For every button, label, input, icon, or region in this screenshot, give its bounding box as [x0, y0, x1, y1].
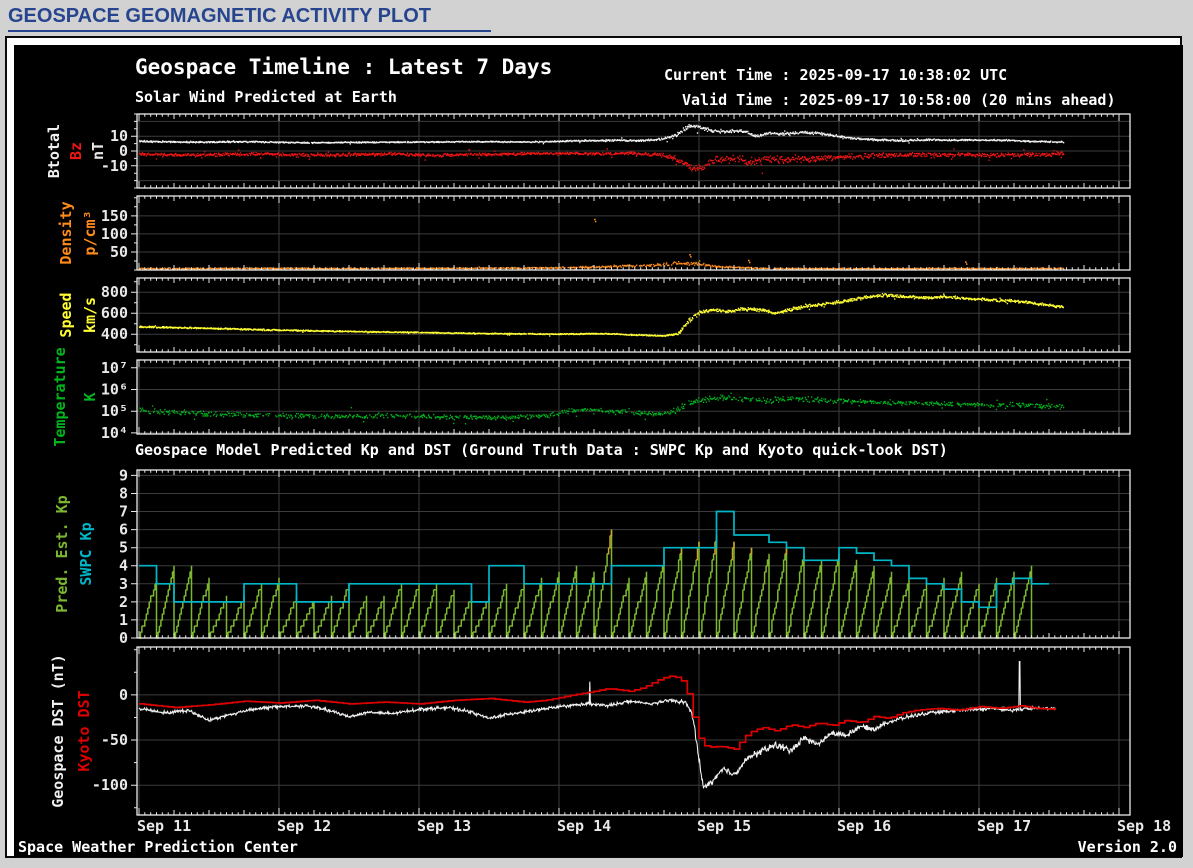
y-tick-label: 10⁶: [101, 381, 128, 399]
y-tick-label: 0: [119, 629, 128, 647]
x-tick-label: Sep 16: [837, 817, 891, 835]
plot-title: Geospace Timeline : Latest 7 Days: [135, 55, 553, 79]
x-tick-comb-dst: [138, 647, 1120, 815]
x-tick-label: Sep 12: [277, 817, 331, 835]
y-tick-label: 0: [119, 686, 128, 704]
current-time: Current Time : 2025-09-17 10:38:02 UTC: [664, 66, 1008, 84]
y-tick-label: 10⁴: [101, 424, 128, 442]
x-tick-comb-temperature: [138, 360, 1120, 434]
x-tick-label: Sep 15: [697, 817, 751, 835]
x-tick-label: Sep 18: [1117, 817, 1171, 835]
series-kyoto-dst: [139, 675, 1056, 750]
gridlines: [137, 196, 1130, 270]
y-ticks-temperature: [131, 367, 137, 434]
series-density-outliers: [594, 218, 968, 265]
y-tick-label: 10⁵: [101, 402, 128, 420]
y-tick-label: -50: [101, 731, 128, 749]
gridlines: [137, 647, 1130, 815]
gridlines: [137, 278, 1130, 352]
series-geospace-dst: [138, 660, 1056, 789]
y-axis-label: km/s: [81, 297, 99, 333]
y-axis-label: Density: [57, 201, 75, 264]
series-pred-est-kp-high: [607, 529, 788, 561]
series-temperature: [139, 392, 1065, 425]
y-axis-label: nT: [89, 142, 107, 160]
gridlines: [137, 114, 1130, 188]
y-tick-label: 7: [119, 503, 128, 521]
plot-frame: 10 0 -10 Btotal Bz nT 150 100 50 Density p/cm³ 800 6…: [5, 36, 1183, 858]
series-density: [139, 260, 1065, 270]
y-ticks-speed: [131, 281, 137, 346]
y-axis-label: Temperature: [51, 347, 69, 446]
y-ticks-density: [131, 197, 137, 271]
footer-right: Version 2.0: [1077, 838, 1177, 856]
header-underline: [8, 30, 491, 32]
plot-area: 10 0 -10 Btotal Bz nT 150 100 50 Density p/cm³ 800 6…: [14, 45, 1183, 857]
series-bz: [139, 148, 1065, 174]
y-axis-label: Speed: [57, 292, 75, 337]
y-axis-label: SWPC Kp: [77, 522, 95, 585]
y-tick-label: 800: [101, 283, 128, 301]
valid-time: Valid Time : 2025-09-17 10:58:00 (20 min…: [682, 91, 1116, 109]
y-axis-label: p/cm³: [81, 210, 99, 255]
gridlines: [137, 360, 1130, 434]
y-axis-label: K: [81, 392, 99, 401]
y-tick-label: -100: [92, 776, 128, 794]
panel-frame-density: [136, 195, 1131, 271]
y-tick-label: 100: [101, 225, 128, 243]
x-tick-label: Sep 13: [417, 817, 471, 835]
y-tick-label: 9: [119, 466, 128, 484]
page: GEOSPACE GEOMAGNETIC ACTIVITY PLOT 10 0 -1…: [0, 0, 1193, 868]
y-tick-label: 600: [101, 304, 128, 322]
y-tick-label: 3: [119, 575, 128, 593]
y-ticks-bfield: [131, 113, 137, 189]
y-tick-label: 8: [119, 484, 128, 502]
footer-left: Space Weather Prediction Center: [18, 838, 298, 856]
y-tick-label: 50: [110, 243, 128, 261]
x-tick-comb-density: [138, 196, 1120, 270]
series-speed: [139, 293, 1064, 337]
page-title: GEOSPACE GEOMAGNETIC ACTIVITY PLOT: [8, 5, 431, 27]
series-btotal: [139, 124, 1065, 145]
mid-title: Geospace Model Predicted Kp and DST (Gro…: [135, 441, 948, 459]
panel-frame-temperature: [136, 359, 1131, 435]
y-tick-label: 1: [119, 611, 128, 629]
y-axis-label: Kyoto DST: [75, 690, 93, 771]
panel-frame-dst: [136, 646, 1131, 816]
y-tick-label: 400: [101, 325, 128, 343]
x-tick-label: Sep 11: [137, 817, 191, 835]
y-tick-label: 4: [119, 557, 128, 575]
y-axis-label: Pred. Est. Kp: [53, 495, 71, 612]
y-tick-label: 150: [101, 207, 128, 225]
y-ticks-dst: [131, 649, 137, 809]
y-tick-label: 2: [119, 593, 128, 611]
panel-frame-kp: [136, 469, 1131, 639]
plot-subtitle: Solar Wind Predicted at Earth: [135, 88, 397, 106]
y-tick-label: 5: [119, 539, 128, 557]
x-tick-comb-speed: [138, 278, 1120, 352]
y-axis-label: Geospace DST (nT): [49, 654, 67, 808]
panel-frame-speed: [136, 277, 1131, 353]
y-axis-label: Btotal: [45, 124, 63, 178]
x-tick-label: Sep 17: [977, 817, 1031, 835]
y-tick-label: 10⁷: [101, 359, 128, 377]
y-ticks-kp: [131, 474, 137, 639]
y-axis-label: Bz: [67, 142, 85, 160]
x-tick-label: Sep 14: [557, 817, 611, 835]
y-tick-label: 6: [119, 521, 128, 539]
gridlines: [137, 470, 1130, 638]
